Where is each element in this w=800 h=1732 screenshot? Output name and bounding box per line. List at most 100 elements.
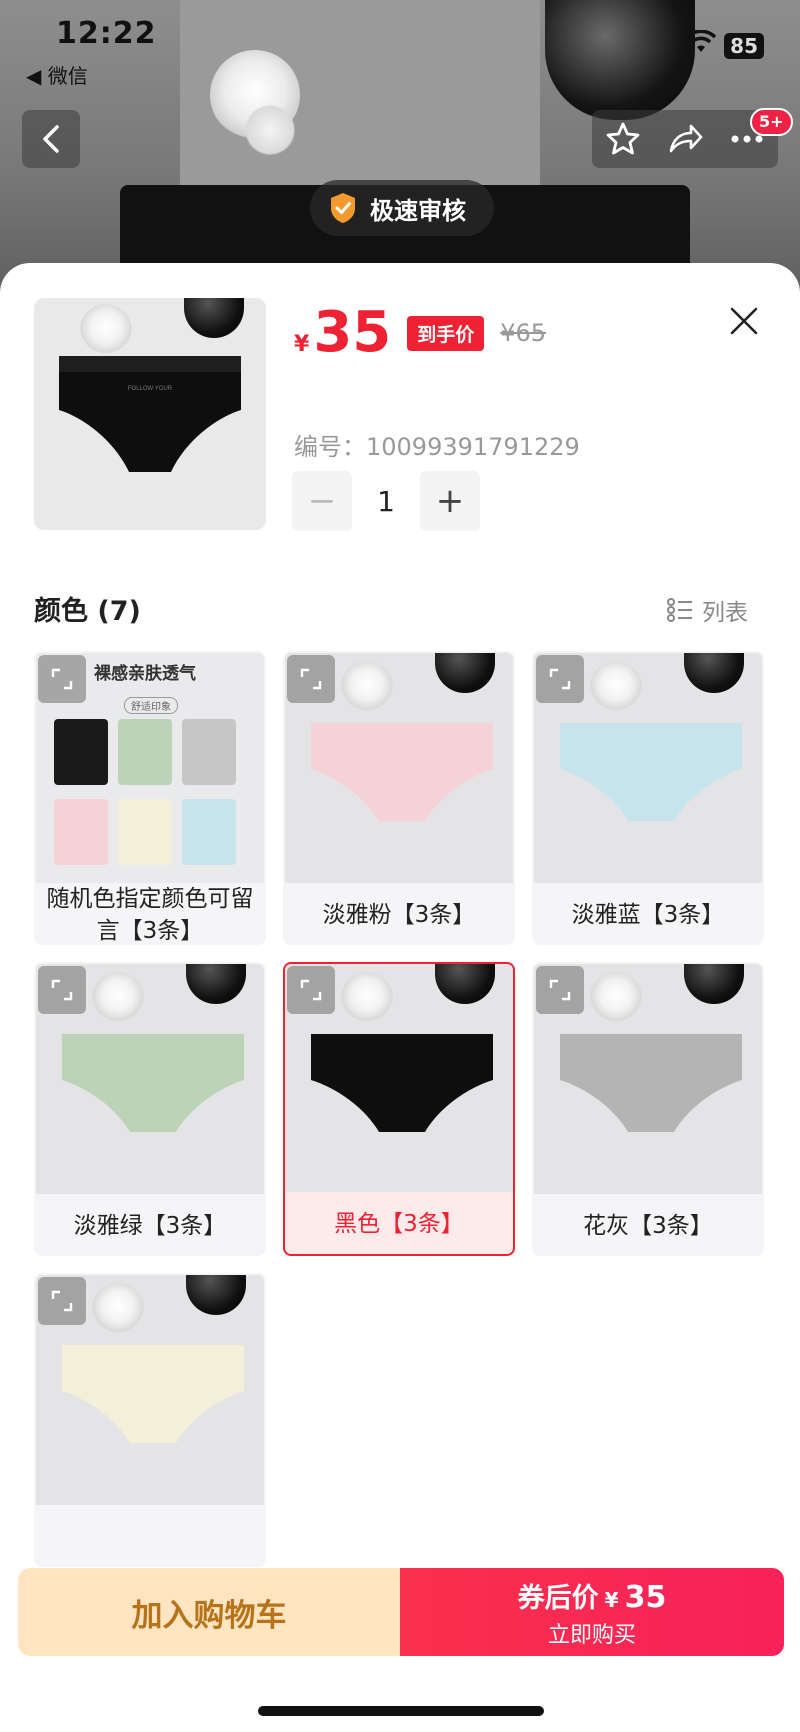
variant-card-cream[interactable] [34, 1273, 266, 1567]
coupon-price: 券后价 ¥35 [518, 1576, 667, 1615]
variant-card-grey[interactable]: 花灰【3条】 [532, 962, 764, 1256]
variant-label: 花灰【3条】 [583, 1213, 713, 1239]
variant-image [534, 964, 762, 1194]
cotton-decoration [92, 1283, 144, 1335]
back-button[interactable] [22, 110, 80, 168]
expand-icon [300, 979, 322, 1001]
star-icon [606, 122, 640, 155]
variant-image [36, 964, 264, 1194]
pink-briefs-image [311, 723, 493, 821]
final-price-tag: 到手价 [407, 316, 485, 351]
variant-card-blue[interactable]: 淡雅蓝【3条】 [532, 651, 764, 945]
expand-image-button[interactable] [287, 966, 335, 1014]
price-currency: ¥ [294, 332, 310, 357]
list-view-label: 列表 [702, 600, 748, 626]
favorite-button[interactable] [599, 115, 647, 163]
coupon-price-value: 35 [624, 1579, 667, 1615]
expand-image-button[interactable] [287, 655, 335, 703]
notification-badge: 5+ [750, 108, 793, 136]
variant-label [36, 1505, 264, 1565]
blue-briefs-image [560, 723, 742, 821]
add-to-cart-button[interactable]: 加入购物车 [18, 1568, 400, 1656]
background-cotton [240, 100, 300, 160]
buy-now-button[interactable]: 券后价 ¥35 立即购买 [400, 1568, 784, 1656]
expand-icon [300, 668, 322, 690]
jar-decoration [435, 653, 495, 693]
black-briefs-image [311, 1034, 493, 1132]
close-button[interactable] [726, 303, 762, 339]
jar-decoration [684, 653, 744, 693]
variant-label: 随机色指定颜色可留言【3条】 [46, 886, 254, 944]
jar-decoration [186, 1275, 246, 1315]
share-icon [669, 124, 703, 153]
bottom-action-bar: 加入购物车 券后价 ¥35 立即购买 [18, 1568, 784, 1656]
price-row: ¥ 35 到手价 ¥65 [294, 305, 546, 361]
audit-banner-label: 极速审核 [370, 196, 466, 225]
background-jar [545, 0, 695, 120]
audit-banner: 极速审核 [310, 180, 494, 236]
expand-icon [549, 668, 571, 690]
decrease-quantity-button[interactable]: − [292, 471, 352, 531]
folded-blue-brief [182, 799, 236, 865]
expand-image-button[interactable] [38, 966, 86, 1014]
expand-image-button[interactable] [536, 966, 584, 1014]
quantity-value[interactable]: 1 [352, 485, 420, 518]
final-price: 35 [313, 300, 392, 365]
cream-briefs-image [62, 1345, 244, 1443]
quantity-stepper: − 1 + [292, 471, 480, 531]
variant-label: 淡雅蓝【3条】 [571, 902, 725, 928]
increase-quantity-button[interactable]: + [420, 471, 480, 531]
black-briefs-image: FOLLOW YOUR [59, 356, 241, 472]
close-icon [730, 307, 758, 335]
variant-image [285, 653, 513, 883]
promo-subline: 舒适印象 [124, 697, 178, 714]
jar-decoration [684, 964, 744, 1004]
expand-image-button[interactable] [536, 655, 584, 703]
color-section-title: 颜色 (7) [34, 596, 141, 627]
more-icon [731, 135, 763, 143]
variant-grid: 裸感亲肤透气 舒适印象 随机色指定颜色可留言【3条】 淡雅粉【3条】 淡雅蓝【3… [34, 651, 768, 1567]
shield-check-icon [331, 193, 355, 223]
wifi-icon [685, 29, 717, 61]
battery-level: 85 [724, 32, 764, 59]
list-view-toggle[interactable]: 列表 [666, 593, 748, 627]
cotton-decoration [341, 661, 393, 713]
variant-card-pink[interactable]: 淡雅粉【3条】 [283, 651, 515, 945]
green-briefs-image [62, 1034, 244, 1132]
cotton-decoration [80, 304, 132, 356]
promo-headline: 裸感亲肤透气 [94, 664, 196, 684]
cotton-decoration [590, 661, 642, 713]
share-button[interactable] [661, 115, 709, 163]
variant-label: 黑色【3条】 [334, 1211, 464, 1237]
jar-decoration [186, 964, 246, 1004]
expand-icon [51, 668, 73, 690]
home-indicator [258, 1706, 544, 1716]
expand-icon [51, 979, 73, 1001]
variant-label: 淡雅粉【3条】 [322, 902, 476, 928]
sku-label: 编号： [294, 433, 366, 461]
coupon-price-label: 券后价 [517, 1582, 599, 1614]
folded-green-brief [118, 719, 172, 785]
variant-card-random[interactable]: 裸感亲肤透气 舒适印象 随机色指定颜色可留言【3条】 [34, 651, 266, 945]
variant-label: 淡雅绿【3条】 [73, 1213, 227, 1239]
status-indicators: 85 [685, 29, 764, 61]
folded-pink-brief [54, 799, 108, 865]
sku-value: 10099391791229 [366, 433, 580, 461]
buy-now-label: 立即购买 [547, 1622, 636, 1648]
variant-card-black[interactable]: 黑色【3条】 [283, 962, 515, 1256]
expand-image-button[interactable] [38, 1277, 86, 1325]
cotton-decoration [92, 972, 144, 1024]
status-time: 12:22 [56, 16, 157, 51]
selected-product-thumbnail[interactable]: FOLLOW YOUR [34, 298, 266, 530]
variant-card-green[interactable]: 淡雅绿【3条】 [34, 962, 266, 1256]
jar-decoration [184, 298, 244, 338]
variant-image: 裸感亲肤透气 舒适印象 [36, 653, 264, 883]
back-to-app-link[interactable]: ◀ 微信 [26, 60, 88, 89]
cotton-decoration [341, 972, 393, 1024]
sku-selector-sheet: FOLLOW YOUR ¥ 35 到手价 ¥65 编号：100993917912… [0, 263, 800, 1732]
folded-black-brief [54, 719, 108, 785]
grey-briefs-image [560, 1034, 742, 1132]
folded-grey-brief [182, 719, 236, 785]
expand-image-button[interactable] [38, 655, 86, 703]
list-icon [667, 598, 692, 622]
